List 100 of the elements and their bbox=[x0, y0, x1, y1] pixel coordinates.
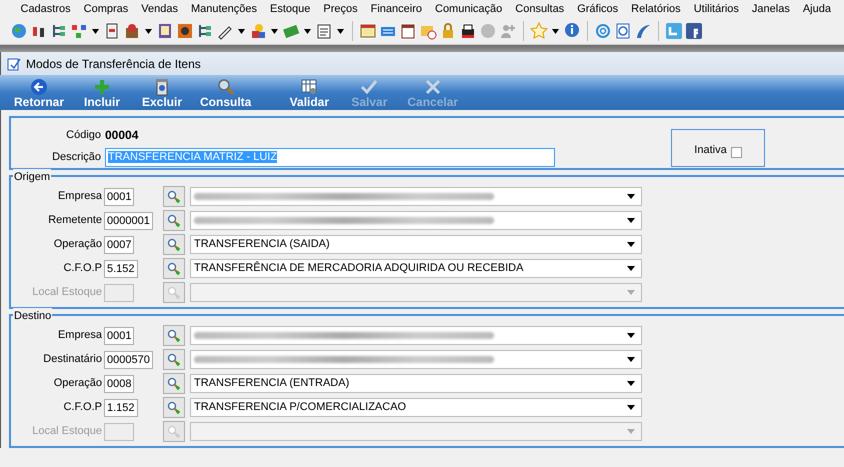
dropdown-arrow-icon[interactable] bbox=[238, 28, 245, 34]
search-icon bbox=[167, 262, 181, 276]
dropdown-field[interactable]: TRANSFERENCIA (SAIDA) bbox=[190, 235, 642, 254]
menu-item[interactable]: Financeiro bbox=[364, 1, 428, 17]
dropdown-arrow-icon[interactable] bbox=[552, 28, 559, 34]
diagram-icon[interactable] bbox=[70, 22, 88, 40]
menu-item[interactable]: Gráficos bbox=[570, 1, 625, 17]
menu-item[interactable]: Preços bbox=[316, 1, 364, 17]
code-field[interactable]: 1.152 bbox=[104, 398, 138, 416]
dropdown-arrow-icon[interactable] bbox=[627, 242, 635, 247]
dropdown-arrow-icon[interactable] bbox=[627, 381, 635, 386]
code-field[interactable]: 0007 bbox=[104, 236, 134, 254]
search-icon bbox=[167, 424, 181, 438]
toolbar-button[interactable]: Incluir bbox=[72, 78, 132, 110]
search-icon bbox=[216, 78, 235, 96]
field-label: C.F.O.P bbox=[62, 261, 103, 276]
back-icon bbox=[30, 78, 48, 96]
toolbar-button[interactable]: Validar bbox=[279, 78, 340, 110]
lookup-button[interactable] bbox=[163, 349, 185, 370]
box-icon[interactable] bbox=[123, 22, 141, 40]
field-label: Operação bbox=[52, 237, 103, 252]
menu-item[interactable]: Relatórios bbox=[624, 1, 688, 17]
checkbox[interactable] bbox=[730, 147, 742, 158]
field-label: Descrição bbox=[51, 150, 101, 166]
dropdown-arrow-icon[interactable] bbox=[92, 28, 99, 34]
tree-icon[interactable] bbox=[50, 22, 68, 40]
menu-item[interactable]: Consultas bbox=[508, 1, 571, 17]
code-field[interactable] bbox=[104, 422, 134, 440]
dropdown-arrow-icon[interactable] bbox=[145, 28, 152, 34]
code-field[interactable]: 0001 bbox=[104, 326, 134, 344]
plus-icon bbox=[93, 78, 112, 96]
search-icon bbox=[167, 238, 181, 252]
menu-item[interactable]: Cadastros bbox=[14, 1, 78, 17]
form-icon[interactable] bbox=[315, 22, 333, 40]
lookup-button[interactable] bbox=[163, 258, 185, 279]
menu-item[interactable]: Compras bbox=[77, 1, 135, 17]
menu-item[interactable]: Janelas bbox=[745, 1, 796, 17]
code-field[interactable]: 0000570 bbox=[104, 350, 153, 368]
checkmark-icon bbox=[360, 78, 378, 96]
tree-icon[interactable] bbox=[196, 22, 214, 40]
code-field[interactable]: 5.152 bbox=[104, 260, 138, 278]
dropdown-arrow-icon[interactable] bbox=[627, 218, 635, 223]
lookup-button[interactable] bbox=[163, 397, 185, 418]
dropdown-arrow-icon[interactable] bbox=[627, 333, 635, 338]
dropdown-arrow-icon[interactable] bbox=[271, 28, 278, 34]
search-icon bbox=[167, 400, 181, 414]
menu-item[interactable]: Vendas bbox=[134, 1, 184, 17]
search-icon bbox=[167, 352, 181, 366]
dropdown-field[interactable] bbox=[190, 187, 642, 206]
grid-gear-icon bbox=[300, 78, 318, 96]
search-icon bbox=[167, 286, 181, 300]
dropdown-arrow-icon[interactable] bbox=[627, 405, 635, 410]
dropdown-field[interactable]: TRANSFERENCIA P/COMERCIALIZACAO bbox=[190, 398, 642, 417]
dropdown-arrow-icon[interactable] bbox=[627, 266, 635, 271]
menu-item[interactable]: Ajuda bbox=[796, 1, 838, 17]
info-icon[interactable] bbox=[563, 22, 581, 40]
dropdown-arrow-icon[interactable] bbox=[304, 28, 311, 34]
lookup-button[interactable] bbox=[163, 373, 185, 394]
toolbar-button[interactable]: Consulta bbox=[192, 78, 260, 110]
dropdown-value: TRANSFERENCIA P/COMERCIALIZACAO bbox=[194, 401, 406, 414]
code-field[interactable]: 0000001 bbox=[104, 212, 153, 230]
dropdown-arrow-icon[interactable] bbox=[627, 194, 635, 199]
lookup-button[interactable] bbox=[163, 186, 185, 207]
star-icon[interactable] bbox=[530, 22, 548, 40]
dropdown-field[interactable] bbox=[190, 326, 642, 345]
toolbar-button[interactable]: Retornar bbox=[6, 78, 72, 110]
dropdown-field[interactable] bbox=[190, 350, 642, 369]
calendar-icon[interactable] bbox=[399, 22, 417, 40]
toolbar-button[interactable]: Excluir bbox=[132, 78, 192, 110]
menu-item[interactable]: Comunicação bbox=[428, 1, 509, 17]
dropdown-arrow-icon[interactable] bbox=[337, 28, 344, 34]
calendar-icon[interactable] bbox=[359, 22, 377, 40]
form-icon bbox=[7, 56, 21, 70]
search-icon bbox=[167, 190, 181, 204]
shapes-icon[interactable] bbox=[249, 22, 267, 40]
lookup-button[interactable] bbox=[163, 325, 185, 346]
menu-item[interactable]: Manutenções bbox=[184, 1, 264, 17]
dropdown-field[interactable] bbox=[190, 211, 642, 230]
code-field[interactable] bbox=[104, 284, 134, 302]
dropdown-field[interactable]: TRANSFERÊNCIA DE MERCADORIA ADQUIRIDA OU RECEBIDA bbox=[190, 259, 642, 278]
field-label: Local Estoque bbox=[31, 424, 103, 440]
code-field[interactable]: 0008 bbox=[104, 374, 134, 392]
dropdown-arrow-icon[interactable] bbox=[627, 357, 635, 362]
lookup-button[interactable] bbox=[163, 234, 185, 255]
dropdown-value: TRANSFERÊNCIA DE MERCADORIA ADQUIRIDA OU RECEBIDA bbox=[194, 262, 524, 274]
lookup-button[interactable] bbox=[163, 210, 185, 231]
field-label: Operação bbox=[52, 376, 103, 392]
menu-item[interactable]: Estoque bbox=[264, 1, 317, 17]
code-value: 00004 bbox=[105, 127, 138, 144]
dropdown-value: TRANSFERENCIA (ENTRADA) bbox=[194, 377, 350, 390]
field-label: C.F.O.P bbox=[62, 400, 103, 416]
printer-icon[interactable] bbox=[459, 22, 477, 40]
close-icon bbox=[424, 78, 442, 96]
field-label: Empresa bbox=[56, 328, 103, 344]
search-icon bbox=[167, 376, 181, 390]
dropdown-field[interactable]: TRANSFERENCIA (ENTRADA) bbox=[190, 374, 642, 393]
menu-item[interactable]: Utilitários bbox=[687, 1, 746, 17]
field-label: Remetente bbox=[47, 213, 103, 228]
swoosh-icon[interactable] bbox=[634, 22, 652, 40]
code-field[interactable]: 0001 bbox=[104, 188, 134, 206]
